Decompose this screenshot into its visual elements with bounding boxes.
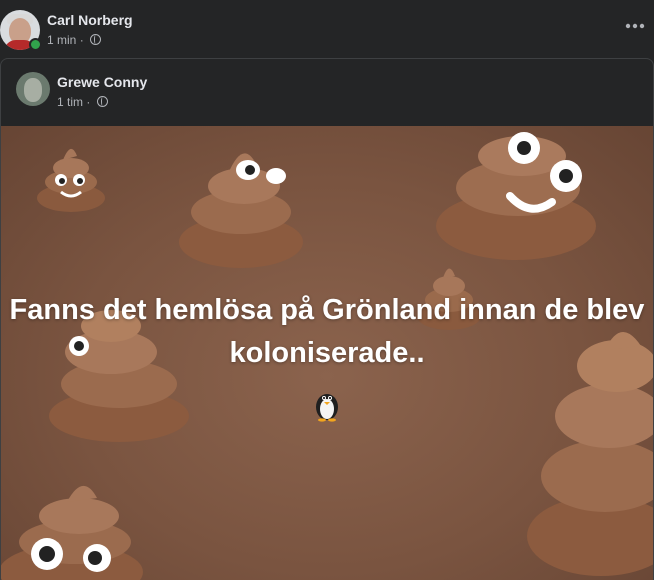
more-options-button[interactable] <box>624 18 646 38</box>
poop-emoji-decoration <box>1 485 143 580</box>
post-meta: 1 min · <box>47 33 102 47</box>
author-name[interactable]: Carl Norberg <box>47 12 133 28</box>
shared-author-avatar[interactable] <box>16 72 50 106</box>
post-timestamp[interactable]: 1 min <box>47 33 76 47</box>
shared-post-meta: 1 tim · <box>57 95 108 109</box>
text-post-background: Fanns det hemlösa på Grönland innan de b… <box>1 126 653 580</box>
avatar-figure <box>24 78 42 102</box>
poop-emoji-decoration <box>37 148 105 212</box>
meta-separator: · <box>86 95 91 109</box>
shared-post-timestamp[interactable]: 1 tim <box>57 95 83 109</box>
post-text: Fanns det hemlösa på Grönland innan de b… <box>9 294 645 369</box>
poop-emoji-decoration <box>436 132 596 260</box>
feed-post: Carl Norberg 1 min · Grewe Conny 1 tim · <box>0 0 654 580</box>
more-options-icon <box>625 23 645 29</box>
globe-icon <box>96 96 108 107</box>
penguin-icon <box>316 394 338 422</box>
post-header: Carl Norberg 1 min · <box>0 0 654 58</box>
meta-separator: · <box>79 33 84 47</box>
online-status-indicator <box>29 38 42 51</box>
shared-author-name[interactable]: Grewe Conny <box>57 74 147 90</box>
globe-icon <box>90 34 102 45</box>
poop-emoji-decoration <box>179 153 303 268</box>
shared-post[interactable]: Grewe Conny 1 tim · Fanns det hemlösa på… <box>0 58 654 580</box>
